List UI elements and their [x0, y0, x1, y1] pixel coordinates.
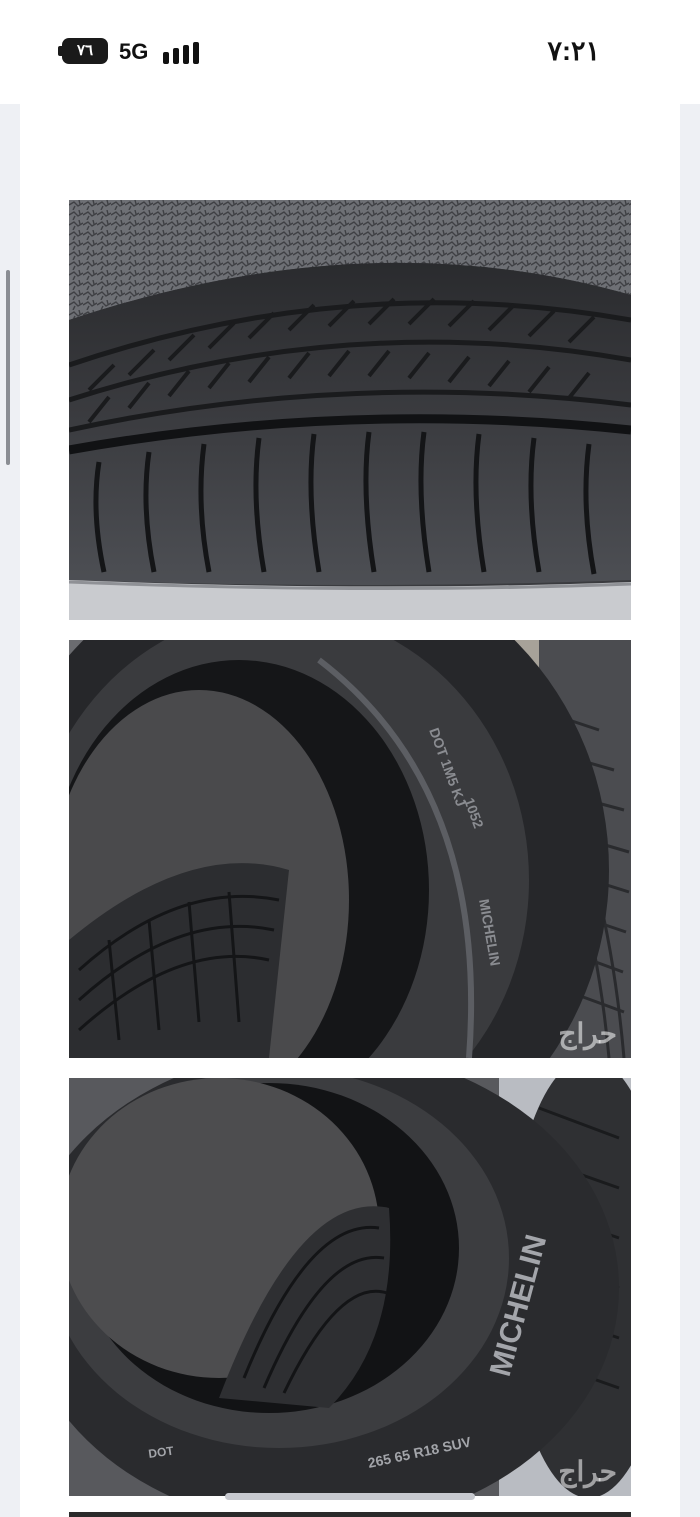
status-bar: ٧٦ 5G ٧:٢١ — [0, 0, 700, 104]
gallery-photo-2[interactable]: DOT 1M5 KJ 1052 MICHELIN حراج — [69, 640, 631, 1058]
network-type: 5G — [119, 39, 149, 64]
gallery-photo-1[interactable] — [69, 200, 631, 620]
home-indicator[interactable] — [225, 1493, 475, 1500]
watermark: حراج — [558, 1018, 617, 1049]
battery-icon: ٧٦ — [62, 38, 108, 64]
battery-level: ٧٦ — [76, 42, 94, 59]
watermark: حراج — [558, 1456, 617, 1487]
scroll-indicator[interactable] — [6, 270, 10, 465]
signal-icon — [163, 42, 203, 64]
tire-tread-image — [69, 200, 631, 620]
tire-sidewall-image: DOT 1M5 KJ 1052 MICHELIN — [69, 640, 631, 1058]
next-photo-edge[interactable] — [69, 1512, 631, 1517]
gallery-photo-3[interactable]: MICHELIN 265 65 R18 SUV DOT حراج — [69, 1078, 631, 1496]
status-time: ٧:٢١ — [547, 36, 601, 66]
tire-brand-image: MICHELIN 265 65 R18 SUV DOT — [69, 1078, 631, 1496]
